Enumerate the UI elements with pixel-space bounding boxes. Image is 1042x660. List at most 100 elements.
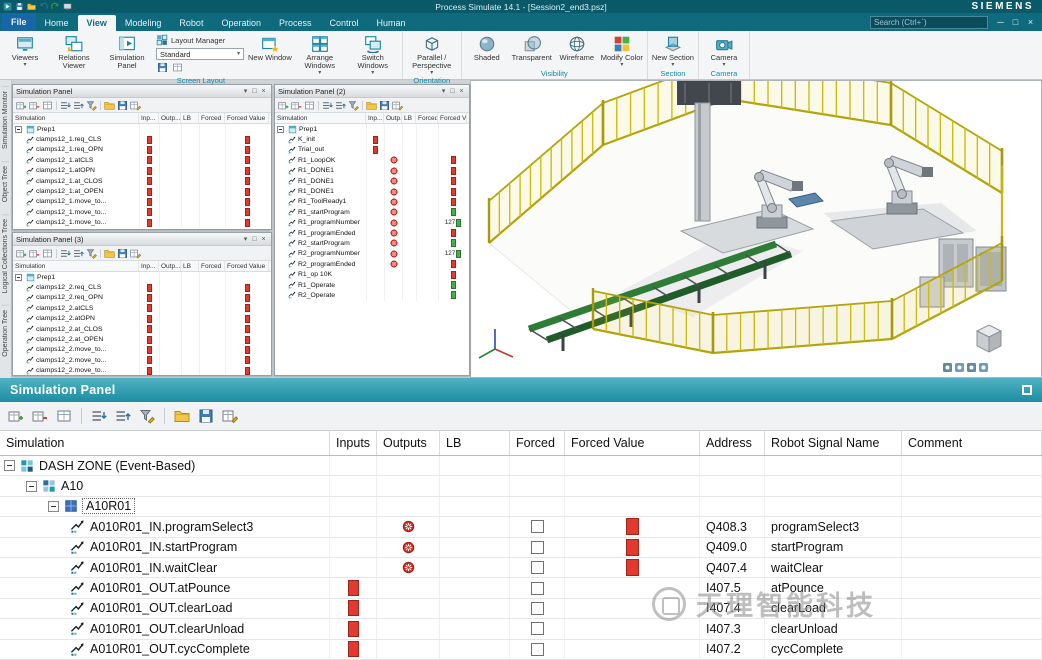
panel-float-icon[interactable]: □ <box>250 234 259 245</box>
view-cube-icon[interactable] <box>975 324 1003 353</box>
arrange-windows-button[interactable]: Arrange Windows ▾ <box>294 32 346 76</box>
signal-row[interactable]: A010R01_IN.startProgram Q409.0 startProgra… <box>0 537 1042 558</box>
collapse-all-button[interactable] <box>113 406 133 426</box>
tree-group-row[interactable]: DASH ZONE (Event-Based) <box>0 456 1042 477</box>
tree-root-row[interactable]: Prep1 <box>13 124 271 135</box>
viewport-3d[interactable] <box>470 54 1042 378</box>
sidebar-tab-object-tree[interactable]: Object Tree <box>2 160 9 207</box>
mini-signal-row[interactable]: clamps12_2.move_to... <box>13 365 271 375</box>
collapse-all-button[interactable] <box>73 248 84 259</box>
close-button[interactable]: × <box>1023 14 1038 30</box>
mini-signal-row[interactable]: clamps12_2.atOPN <box>13 313 271 324</box>
expand-all-button[interactable] <box>322 100 333 111</box>
collapse-expand-icon[interactable] <box>26 480 37 492</box>
collapse-expand-icon[interactable] <box>277 125 284 133</box>
forced-checkbox[interactable] <box>530 520 544 534</box>
mini-signal-row[interactable]: clamps12_2.atCLS <box>13 303 271 314</box>
mini-signal-row[interactable]: clamps12_2.move_to... <box>13 344 271 356</box>
panel-float-icon[interactable]: □ <box>448 86 457 97</box>
expand-all-button[interactable] <box>89 406 109 426</box>
signal-row[interactable]: A010R01_OUT.cycComplete I407.2 cycComplete <box>0 639 1042 660</box>
tab-human[interactable]: Human <box>368 15 415 31</box>
simulation-panel-button[interactable]: Simulation Panel <box>101 32 153 70</box>
sidebar-tab-simulation-monitor[interactable]: Simulation Monitor <box>2 86 9 153</box>
mini-signal-row[interactable]: R2_Operate <box>275 290 469 301</box>
open-file-icon[interactable] <box>27 2 36 11</box>
signal-row[interactable]: A010R01_OUT.atPounce I407.5 atPounce <box>0 578 1042 599</box>
tree-root-row[interactable]: Prep1 <box>13 272 271 283</box>
clear-grid-button[interactable] <box>42 248 53 259</box>
mini-signal-row[interactable]: Trial_out <box>275 144 469 156</box>
viewers-button[interactable]: Viewers ▾ <box>3 32 47 68</box>
mini-signal-row[interactable]: clamps12_2.req_CLS <box>13 282 271 293</box>
search-input[interactable] <box>870 15 988 29</box>
filter-edit-button[interactable] <box>86 100 97 111</box>
panel-menu-icon[interactable]: ▾ <box>241 234 250 245</box>
collapse-all-button[interactable] <box>73 100 84 111</box>
collapse-expand-icon[interactable] <box>48 500 59 512</box>
mini-signal-row[interactable]: R1_startProgram <box>275 207 469 218</box>
signal-row[interactable]: A010R01_OUT.clearLoad I407.4 clearLoad <box>0 598 1042 620</box>
maximize-button[interactable]: □ <box>1008 14 1023 30</box>
shaded-button[interactable]: Shaded <box>465 32 509 62</box>
mini-signal-row[interactable]: clamps12_1.at_OPEN <box>13 186 271 197</box>
tree-group-row[interactable]: A10R01 <box>0 496 1042 518</box>
panel-close-icon[interactable]: × <box>457 86 466 97</box>
tab-home[interactable]: Home <box>36 15 78 31</box>
mini-signal-row[interactable]: clamps12_2.move_to... <box>13 355 271 366</box>
mini-signal-row[interactable]: R1_LoopOK <box>275 155 469 166</box>
mini-signal-row[interactable]: clamps12_2.req_OPN <box>13 292 271 304</box>
mini-signal-row[interactable]: clamps12_1.req_OPN <box>13 144 271 156</box>
mini-signal-row[interactable]: R1_ToolReady1 <box>275 196 469 208</box>
minimize-button[interactable]: ─ <box>993 14 1008 30</box>
collapse-all-button[interactable] <box>335 100 346 111</box>
switch-windows-button[interactable]: Switch Windows ▾ <box>347 32 399 76</box>
open-file-button[interactable] <box>104 248 115 259</box>
attach-signals-button[interactable] <box>278 100 289 111</box>
panel-menu-icon[interactable]: ▾ <box>439 86 448 97</box>
app-icon[interactable] <box>3 2 12 11</box>
mini-signal-row[interactable]: R2_startProgram <box>275 238 469 249</box>
mini-signal-row[interactable]: clamps12_2.at_OPEN <box>13 334 271 345</box>
mini-signal-row[interactable]: clamps12_1.at_CLOS <box>13 175 271 187</box>
open-file-button[interactable] <box>366 100 377 111</box>
detach-signals-button[interactable] <box>29 100 40 111</box>
mini-signal-row[interactable]: clamps12_1.move_to... <box>13 196 271 208</box>
collapse-expand-icon[interactable] <box>15 273 22 281</box>
mini-signal-row[interactable]: clamps12_1.move_to... <box>13 207 271 218</box>
parallel-perspective-button[interactable]: Parallel / Perspective ▾ <box>406 32 458 76</box>
mini-signal-row[interactable]: R1_DONE1 <box>275 186 469 197</box>
clear-grid-button[interactable] <box>54 406 74 426</box>
wireframe-button[interactable]: Wireframe <box>555 32 599 62</box>
open-file-button[interactable] <box>104 100 115 111</box>
clear-grid-button[interactable] <box>42 100 53 111</box>
undo-icon[interactable] <box>39 2 48 11</box>
panel-close-icon[interactable]: × <box>259 86 268 97</box>
mini-signal-row[interactable]: R1_Operate <box>275 279 469 291</box>
mini-signal-row[interactable]: R1_DONE1 <box>275 175 469 187</box>
save-icon[interactable] <box>15 2 24 11</box>
tab-process[interactable]: Process <box>270 15 321 31</box>
new-section-button[interactable]: New Section ▾ <box>651 32 695 68</box>
redo-icon[interactable] <box>51 2 60 11</box>
mini-signal-row[interactable]: clamps12_1.atCLS <box>13 155 271 166</box>
mini-signal-row[interactable]: clamps12_1.req_CLS <box>13 134 271 145</box>
detach-signals-button[interactable] <box>29 248 40 259</box>
forced-checkbox[interactable] <box>530 642 544 656</box>
sidebar-tab-logical-collections-tree[interactable]: Logical Collections Tree <box>2 214 9 298</box>
sidebar-tab-operation-tree[interactable]: Operation Tree <box>2 305 9 362</box>
forced-checkbox[interactable] <box>530 561 544 575</box>
attach-signals-button[interactable] <box>16 100 27 111</box>
collapse-expand-icon[interactable] <box>4 460 15 472</box>
mini-signal-row[interactable]: R1_DONE1 <box>275 165 469 176</box>
attach-signals-button[interactable] <box>16 248 27 259</box>
panel-menu-icon[interactable]: ▾ <box>241 86 250 97</box>
collapse-expand-icon[interactable] <box>15 125 22 133</box>
filter-edit-button[interactable] <box>137 406 157 426</box>
forced-checkbox[interactable] <box>530 540 544 554</box>
save-button[interactable] <box>117 100 128 111</box>
transparent-button[interactable]: Transparent <box>510 32 554 62</box>
tab-robot[interactable]: Robot <box>170 15 212 31</box>
attach-signals-button[interactable] <box>6 406 26 426</box>
mini-signal-row[interactable]: R2_programNumber 127 <box>275 248 469 260</box>
